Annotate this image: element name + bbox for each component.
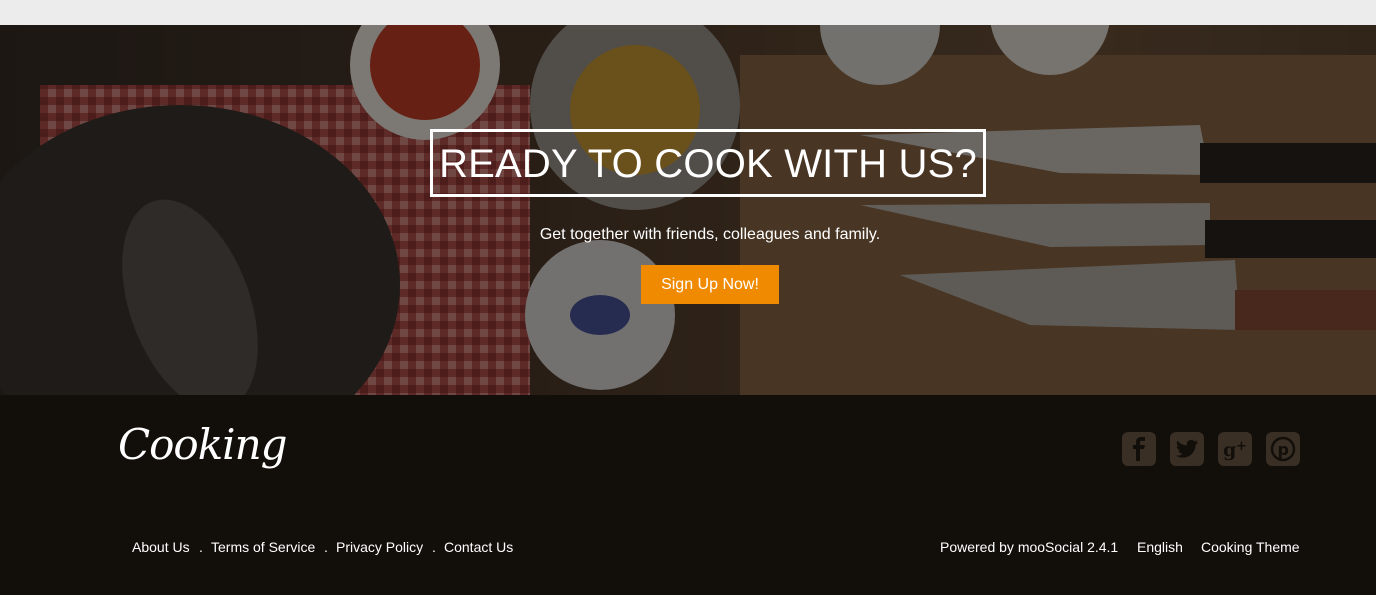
facebook-icon[interactable] xyxy=(1122,432,1156,466)
cta-subtitle: Get together with friends, colleagues an… xyxy=(539,226,881,243)
google-plus-icon[interactable]: g + xyxy=(1218,432,1252,466)
twitter-icon[interactable] xyxy=(1170,432,1204,466)
footer-link-privacy-policy[interactable]: Privacy Policy xyxy=(336,538,423,556)
sign-up-button[interactable]: Sign Up Now! xyxy=(641,265,779,304)
powered-by-text: Powered by mooSocial 2.4.1 xyxy=(940,539,1119,555)
top-strip xyxy=(0,0,1376,25)
footer-link-about-us[interactable]: About Us xyxy=(132,538,190,556)
pinterest-icon[interactable]: p xyxy=(1266,432,1300,466)
footer-link-terms-of-service[interactable]: Terms of Service xyxy=(211,538,315,556)
site-footer: Cooking g + p About Us . Terms of Service… xyxy=(0,395,1376,595)
theme-selector[interactable]: Cooking Theme xyxy=(1201,538,1300,556)
svg-text:g: g xyxy=(1223,439,1236,461)
language-selector[interactable]: English xyxy=(1137,538,1183,556)
svg-text:+: + xyxy=(1236,439,1247,454)
cta-title: READY TO COOK WITH US? xyxy=(430,129,986,197)
footer-link-separator: . xyxy=(432,539,436,555)
hero-overlay xyxy=(0,25,1376,395)
cta-hero: READY TO COOK WITH US? Get together with… xyxy=(0,25,1376,395)
svg-text:p: p xyxy=(1278,440,1289,459)
footer-link-separator: . xyxy=(324,539,328,555)
footer-logo[interactable]: Cooking xyxy=(118,417,288,473)
footer-link-contact-us[interactable]: Contact Us xyxy=(444,538,513,556)
footer-link-separator: . xyxy=(199,539,203,555)
